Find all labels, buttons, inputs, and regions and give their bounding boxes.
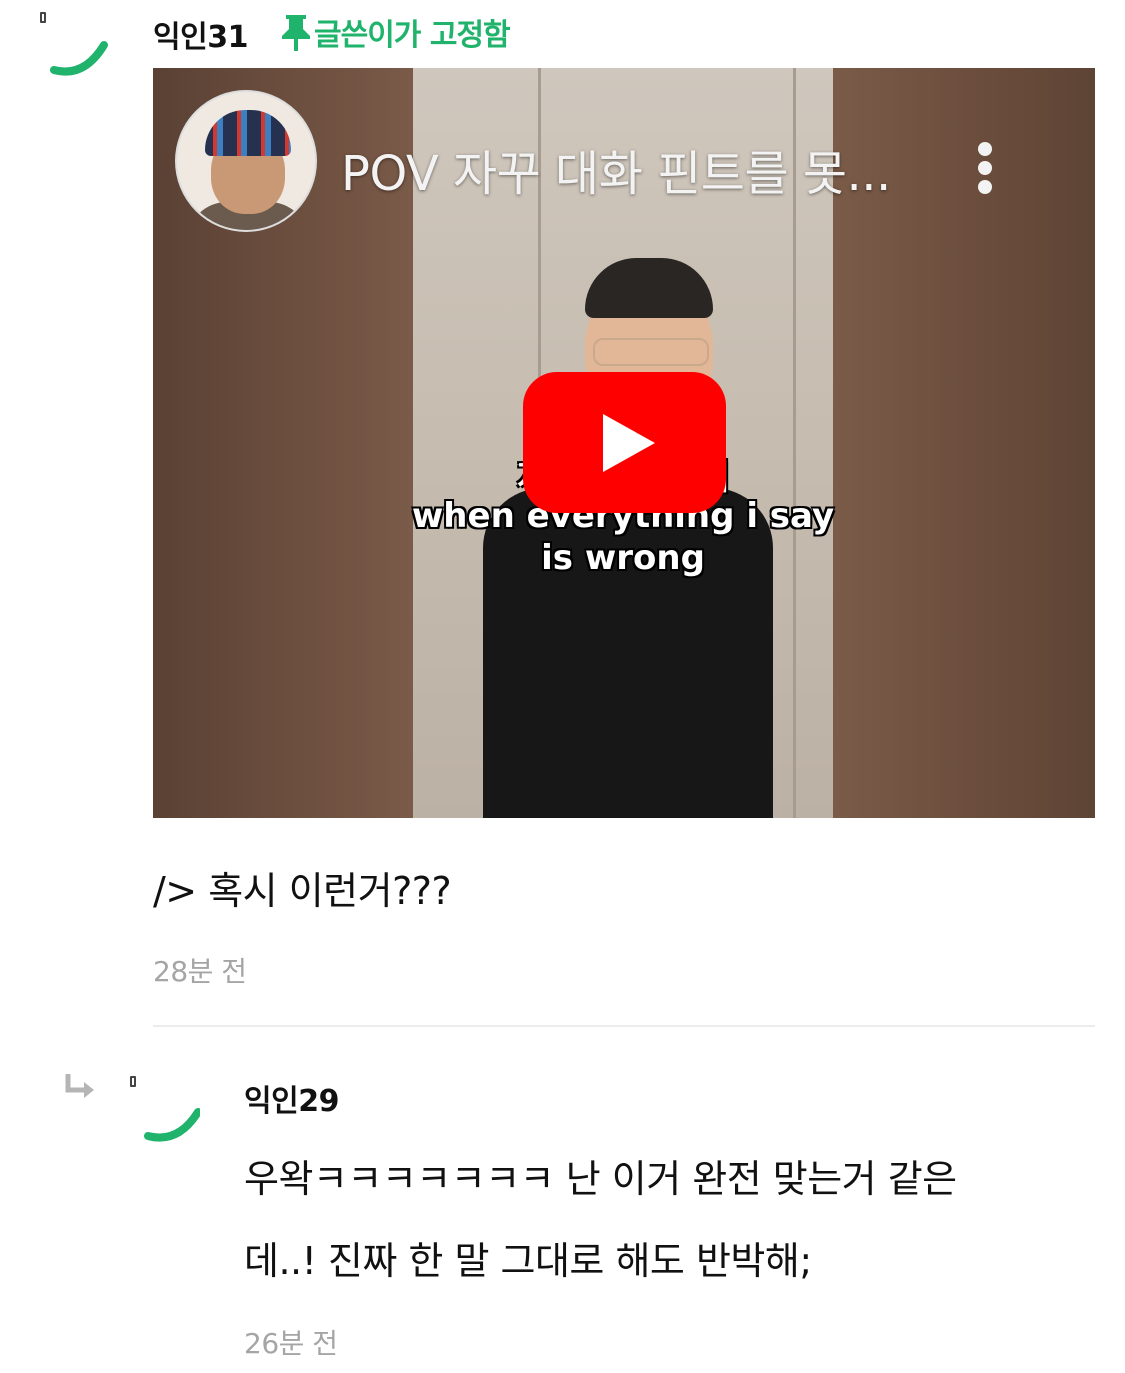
reply-time: 26분 전 xyxy=(244,1327,338,1360)
comment-username[interactable]: 익인31 xyxy=(153,12,248,56)
video-caption-line: is wrong xyxy=(541,538,705,578)
reply-text-line: 우왁ㅋㅋㅋㅋㅋㅋㅋ 난 이거 완전 맞는거 같은 xyxy=(244,1157,957,1201)
youtube-embed[interactable]: POV 자꾸 대화 핀트를 못... 자꾸 대 잡을때 when everyth… xyxy=(153,68,1095,818)
pinned-label: 글쓴이가 고정함 xyxy=(314,18,511,53)
reply-text-line: 데..! 진짜 한 말 그대로 해도 반박해; xyxy=(244,1239,812,1283)
comment-time: 28분 전 xyxy=(153,955,247,988)
pin-icon xyxy=(282,15,310,51)
reply-arrow-icon xyxy=(62,1072,98,1108)
reply-username[interactable]: 익인29 xyxy=(244,1076,339,1120)
avatar-icon[interactable] xyxy=(130,1076,200,1146)
play-icon[interactable] xyxy=(523,372,726,513)
more-vert-icon[interactable] xyxy=(973,140,997,196)
avatar-icon[interactable] xyxy=(40,12,110,82)
comment-divider xyxy=(153,1025,1095,1027)
pinned-badge: 글쓴이가 고정함 xyxy=(280,10,511,54)
channel-avatar[interactable] xyxy=(175,90,317,232)
comment-text: /> 혹시 이런거??? xyxy=(153,869,452,913)
comment-thread: 익인31 글쓴이가 고정함 POV 자꾸 대화 핀트를 못... 자꾸 대 잡을… xyxy=(0,0,1125,1373)
video-title[interactable]: POV 자꾸 대화 핀트를 못... xyxy=(341,134,941,204)
